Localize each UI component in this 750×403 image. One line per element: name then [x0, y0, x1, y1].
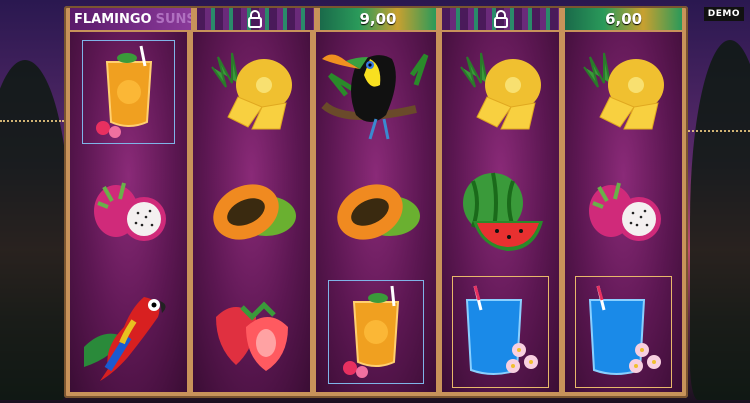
symbol-dragonfruit	[70, 152, 187, 272]
demo-badge: DEMO	[703, 7, 744, 21]
symbol-dragonfruit	[565, 152, 682, 272]
reel-header-locked-2[interactable]	[196, 8, 314, 30]
reel-value-text: 6,00	[605, 10, 643, 28]
palm-silhouette-left	[0, 60, 70, 400]
papaya-icon	[337, 184, 420, 240]
parrot-icon	[83, 297, 166, 381]
reel-4	[442, 32, 559, 392]
pineapple-icon	[459, 52, 541, 130]
symbol-pineapple	[193, 32, 310, 152]
symbol-pineapple	[565, 32, 682, 152]
symbol-cocktail-orange	[316, 272, 436, 392]
orange-cocktail-icon	[343, 285, 400, 378]
strawberry-icon	[215, 301, 288, 371]
symbol-cocktail-blue	[565, 272, 682, 392]
symbol-cocktail-blue	[442, 272, 559, 392]
blue-cocktail-icon	[465, 285, 538, 375]
dragonfruit-icon	[93, 182, 166, 241]
lock-icon	[493, 10, 508, 28]
reel-header-value-5: 6,00	[565, 8, 682, 30]
reel-header-value-3: 9,00	[319, 8, 437, 30]
blue-cocktail-icon	[588, 285, 661, 375]
reel-headers: FLAMINGO SUNS 9,00 6,00	[70, 8, 682, 30]
symbol-watermelon	[442, 152, 559, 272]
symbol-papaya	[193, 152, 310, 272]
dragonfruit-icon	[588, 182, 661, 241]
symbol-parrot	[70, 272, 187, 392]
symbol-pineapple	[442, 32, 559, 152]
game-title-text: FLAMINGO	[74, 11, 152, 27]
pineapple-icon	[582, 52, 664, 130]
reel-2	[193, 32, 310, 392]
symbol-papaya	[316, 152, 436, 272]
reel-grid	[70, 32, 682, 392]
symbol-toucan	[316, 32, 436, 152]
watermelon-icon	[462, 172, 543, 251]
reel-3	[316, 32, 436, 392]
reel-5	[565, 32, 682, 392]
lock-icon	[248, 10, 263, 28]
game-title: FLAMINGO SUNS	[70, 8, 191, 30]
string-lights-left	[0, 120, 64, 124]
palm-silhouette-right	[690, 40, 750, 400]
string-lights-right	[688, 130, 750, 134]
reel-value-text: 9,00	[359, 10, 397, 28]
orange-cocktail-icon	[95, 45, 152, 138]
symbol-strawberry	[193, 272, 310, 392]
pineapple-icon	[210, 52, 292, 130]
symbol-cocktail-orange	[70, 32, 187, 152]
reel-1	[70, 32, 187, 392]
papaya-icon	[212, 184, 296, 240]
reel-header-locked-4[interactable]	[442, 8, 560, 30]
toucan-icon	[321, 53, 429, 139]
game-title-faded: SUNS	[155, 11, 191, 27]
